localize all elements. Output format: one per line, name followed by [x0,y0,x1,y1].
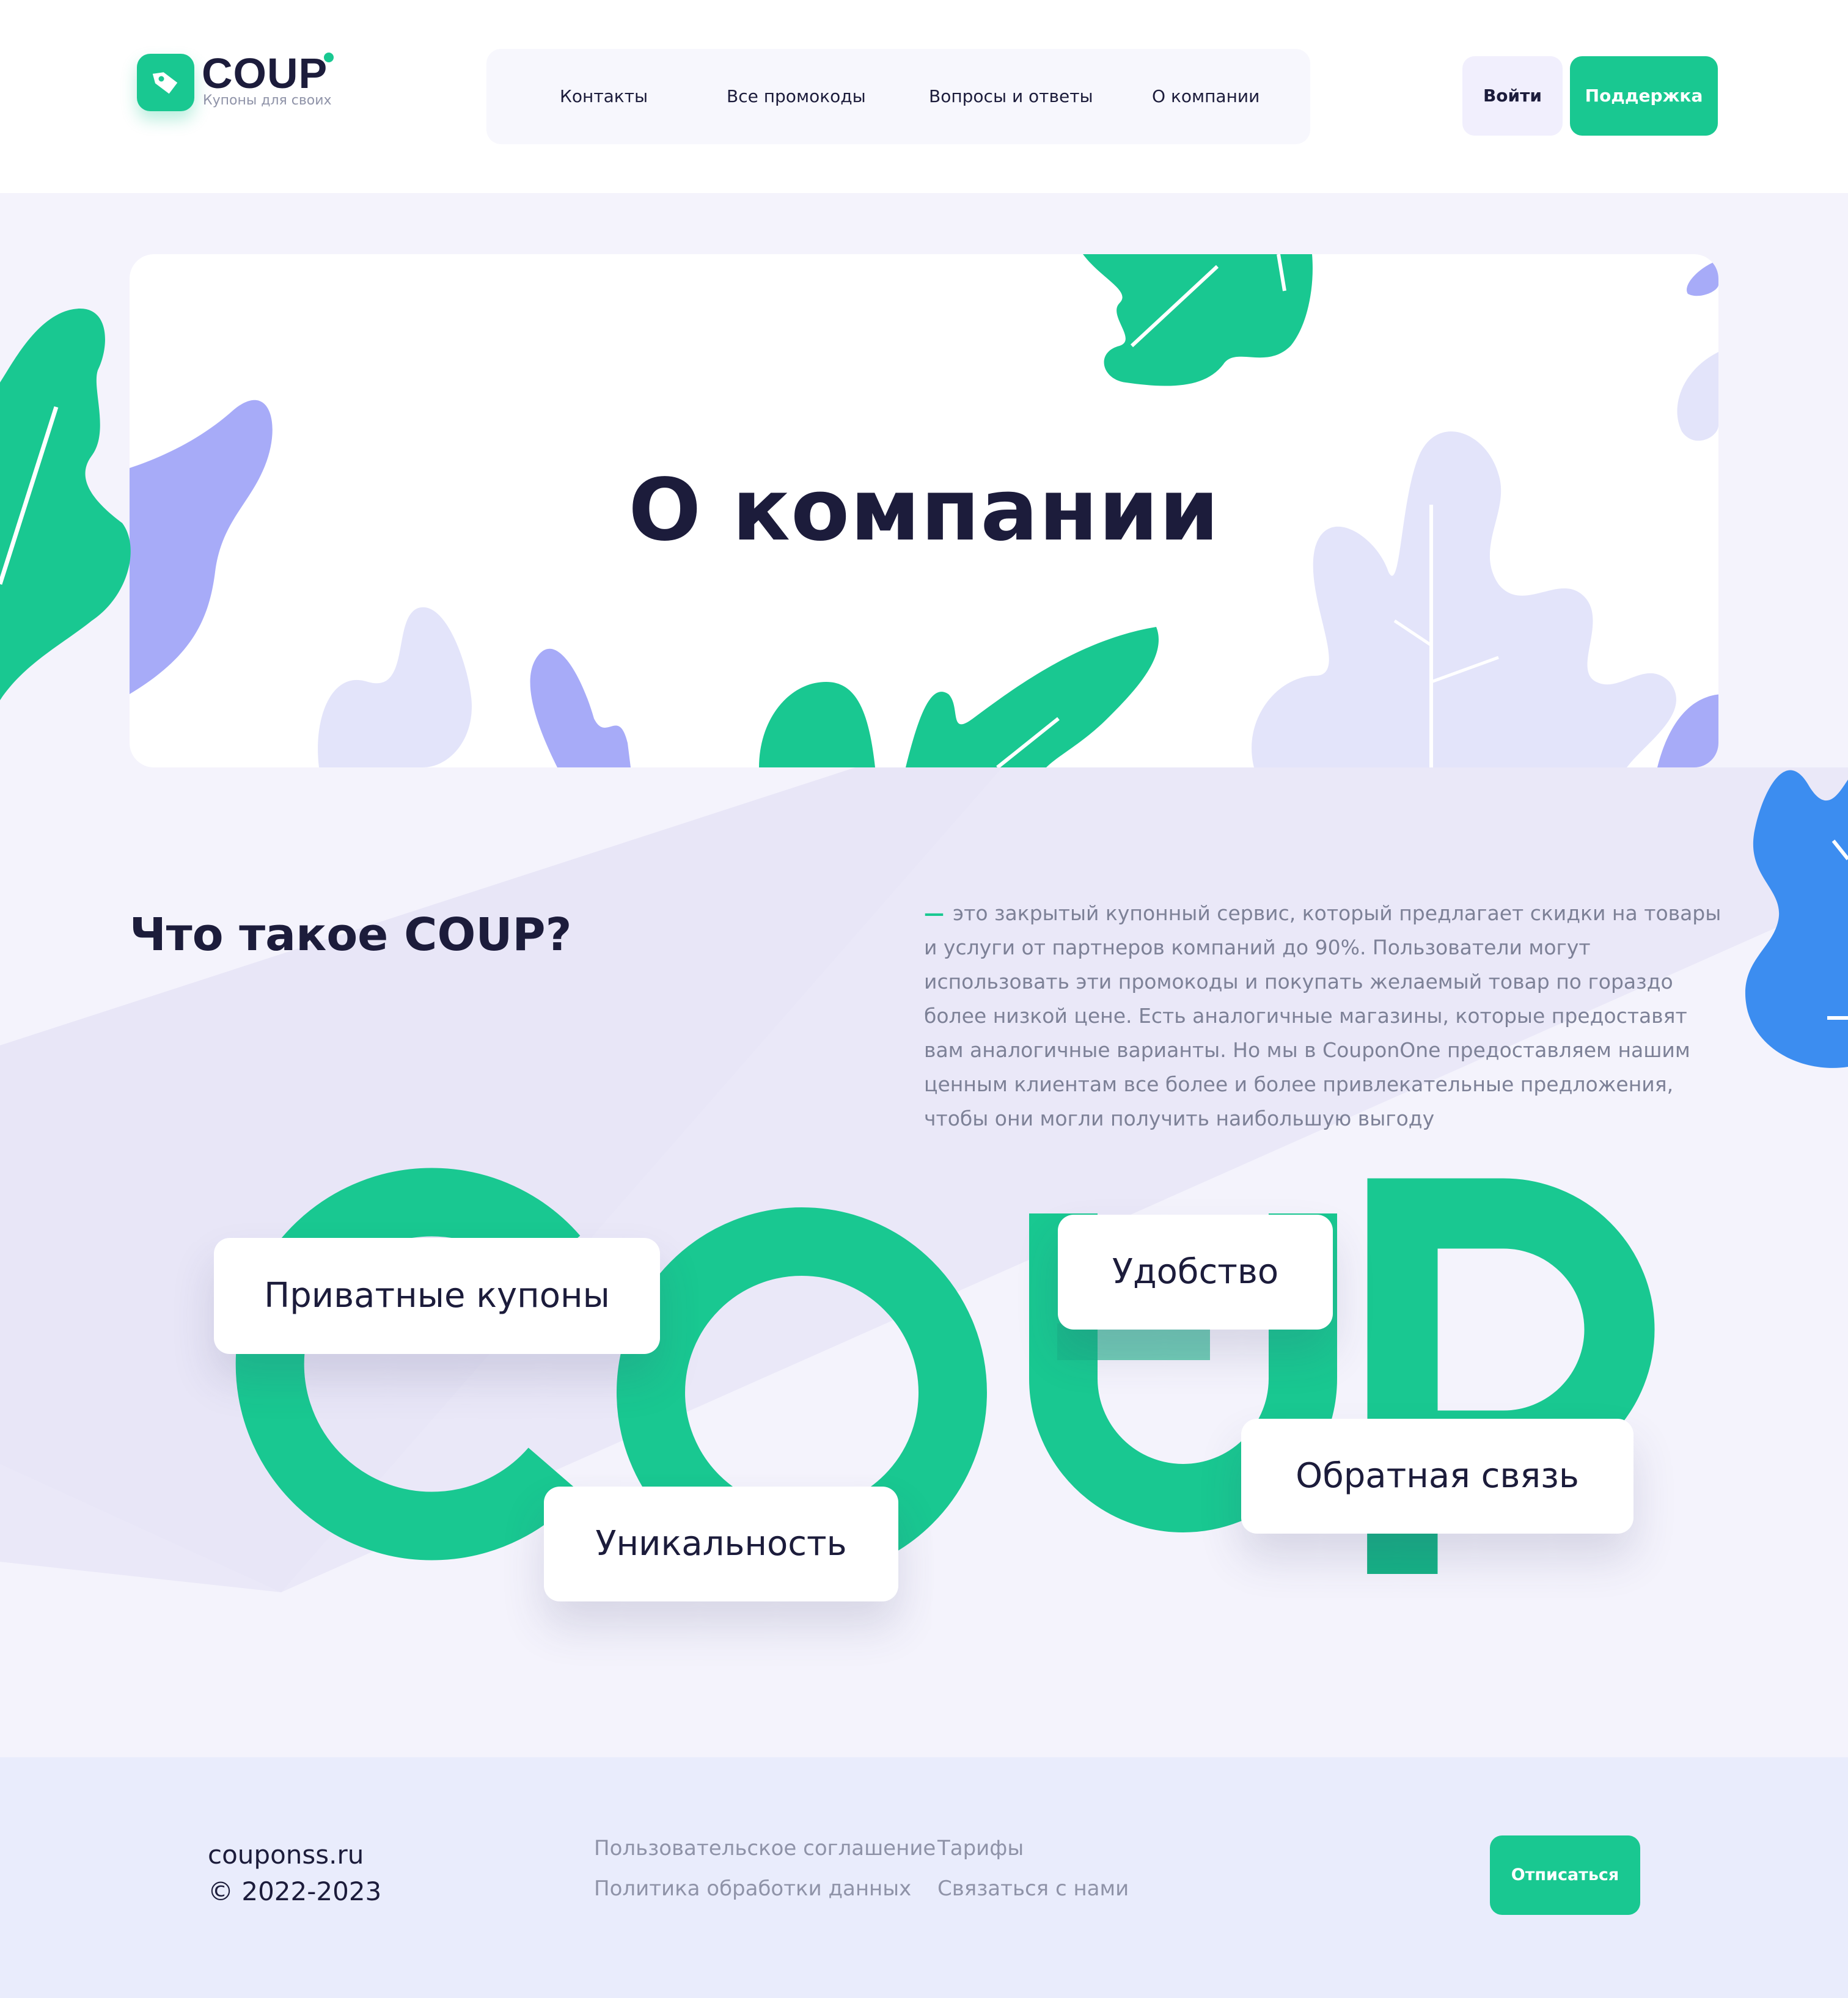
feature-card-feedback: Обратная связь [1241,1419,1634,1534]
logo-wordmark: COUP [202,49,328,97]
main-content: О компании Что такое COUP? — это закрытый… [0,193,1848,1757]
feature-card-uniqueness: Уникальность [544,1487,898,1601]
nav-item-contacts[interactable]: Контакты [560,49,648,144]
nav-item-about[interactable]: О компании [1152,49,1260,144]
logo-dot [324,53,334,62]
footer-link-contact-us[interactable]: Связаться с нами [937,1873,1129,1904]
footer-copyright: © 2022-2023 [208,1876,382,1906]
unsubscribe-button[interactable]: Отписаться [1490,1835,1640,1915]
site-header: COUP Купоны для своих Контакты Все промо… [0,0,1848,193]
nav-item-faq[interactable]: Вопросы и ответы [929,49,1093,144]
nav-item-all-promocodes[interactable]: Все промокоды [727,49,866,144]
logo-tagline: Купоны для своих [203,93,332,108]
tag-icon [137,54,194,111]
footer-site[interactable]: couponss.ru [208,1837,364,1873]
feature-card-private-coupons: Приватные купоны [214,1238,660,1354]
logo[interactable]: COUP Купоны для своих [137,49,357,119]
footer-link-tariffs[interactable]: Тарифы [937,1833,1024,1864]
feature-card-convenience: Удобство [1058,1215,1333,1330]
support-button[interactable]: Поддержка [1570,56,1718,136]
main-nav: Контакты Все промокоды Вопросы и ответы … [486,49,1310,144]
footer-link-privacy-policy[interactable]: Политика обработки данных [594,1873,911,1904]
footer-link-user-agreement[interactable]: Пользовательское соглашение [594,1833,936,1864]
login-button[interactable]: Войти [1462,56,1563,136]
site-footer: couponss.ru © 2022-2023 Пользовательское… [0,1757,1848,1998]
